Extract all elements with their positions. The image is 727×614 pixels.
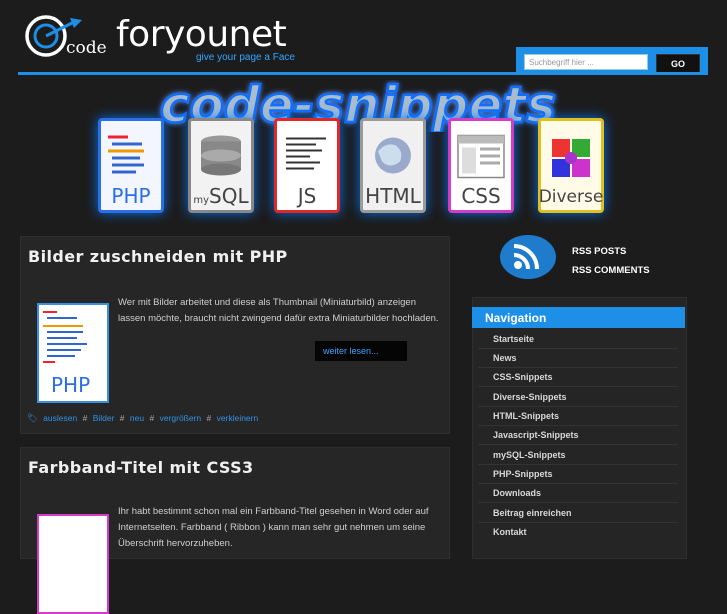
php-snippet-icon	[108, 135, 144, 174]
nav-divider	[478, 386, 678, 387]
nav-divider	[478, 464, 678, 465]
nav-item-mysql-snippets[interactable]: mySQL-Snippets	[493, 450, 566, 460]
tag-link[interactable]: Bilder	[93, 413, 115, 423]
navigation-title: Navigation	[472, 307, 685, 328]
logo-text: foryounet	[116, 14, 287, 55]
nav-divider	[478, 522, 678, 523]
post-title[interactable]: Farbband-Titel mit CSS3	[28, 458, 254, 477]
css-tile-label: CSS	[461, 184, 501, 208]
diverse-tile[interactable]: Diverse	[538, 118, 604, 213]
nav-divider	[478, 444, 678, 445]
globe-icon	[375, 137, 411, 174]
post-excerpt: Wer mit Bilder arbeitet und diese als Th…	[118, 297, 439, 324]
puzzle-icon	[552, 139, 590, 177]
post-thumbnail[interactable]	[37, 514, 109, 614]
post-thumbnail-label: PHP	[51, 373, 91, 397]
js-snippet-icon	[286, 137, 326, 170]
tag-separator: #	[119, 413, 125, 423]
tag-icon: 🏷	[27, 413, 38, 423]
tag-separator: #	[82, 413, 88, 423]
post-title[interactable]: Bilder zuschneiden mit PHP	[28, 247, 288, 266]
tag-separator: #	[206, 413, 212, 423]
nav-item-downloads[interactable]: Downloads	[493, 488, 541, 498]
nav-divider	[478, 483, 678, 484]
diverse-tile-label: Diverse	[538, 187, 604, 207]
search-input[interactable]	[524, 54, 648, 70]
read-more-button[interactable]: weiter lesen...	[315, 341, 407, 361]
sql-label: SQL	[209, 184, 249, 208]
post-thumbnail[interactable]: PHP	[37, 303, 109, 403]
nav-divider	[478, 367, 678, 368]
nav-item-php-snippets[interactable]: PHP-Snippets	[493, 469, 553, 479]
tag-link[interactable]: vergrößern	[160, 413, 202, 423]
search-go-button[interactable]: GO	[656, 54, 700, 73]
php-tile[interactable]: PHP	[98, 118, 164, 213]
mysql-tile[interactable]: mySQL	[188, 118, 254, 213]
nav-item-news[interactable]: News	[493, 353, 517, 363]
post-tags: 🏷 auslesen # Bilder # neu # vergrößern #…	[27, 413, 261, 424]
category-tiles: PHP mySQL JS HTML CSS Diverse	[98, 118, 618, 218]
css-tile[interactable]: CSS	[448, 118, 514, 213]
site-logo[interactable]: code foryounet give your page a Face	[24, 8, 304, 68]
tag-link[interactable]: auslesen	[43, 413, 77, 423]
database-icon	[201, 135, 241, 176]
tag-link[interactable]: verkleinern	[217, 413, 259, 423]
php-tile-label: PHP	[111, 184, 151, 208]
logo-code-text: code	[66, 38, 107, 58]
mysql-tile-label: mySQL	[193, 186, 248, 206]
nav-item-html-snippets[interactable]: HTML-Snippets	[493, 411, 559, 421]
mysql-prefix: my	[193, 195, 210, 206]
header-divider	[18, 72, 708, 75]
nav-divider	[478, 502, 678, 503]
rss-comments-link[interactable]: RSS COMMENTS	[572, 265, 650, 276]
rss-posts-link[interactable]: RSS POSTS	[572, 246, 626, 257]
js-tile-label: JS	[297, 184, 317, 208]
tag-link[interactable]: neu	[130, 413, 144, 423]
nav-item-beitrag-einreichen[interactable]: Beitrag einreichen	[493, 508, 572, 518]
rss-icon[interactable]	[500, 235, 556, 279]
js-tile[interactable]: JS	[274, 118, 340, 213]
html-tile[interactable]: HTML	[360, 118, 426, 213]
nav-item-kontakt[interactable]: Kontakt	[493, 527, 527, 537]
nav-item-javascript-snippets[interactable]: Javascript-Snippets	[493, 430, 579, 440]
html-tile-label: HTML	[365, 184, 421, 208]
tag-separator: #	[149, 413, 155, 423]
nav-item-css-snippets[interactable]: CSS-Snippets	[493, 372, 553, 382]
nav-divider	[478, 348, 678, 349]
nav-divider	[478, 425, 678, 426]
tagline: give your page a Face	[196, 52, 295, 63]
css-snippet-icon	[457, 134, 505, 179]
nav-item-startseite[interactable]: Startseite	[493, 334, 534, 344]
post-card: Bilder zuschneiden mit PHP PHP Wer mit B…	[20, 236, 450, 434]
post-card: Farbband-Titel mit CSS3 Ihr habt bestimm…	[20, 447, 450, 614]
nav-item-diverse-snippets[interactable]: Diverse-Snippets	[493, 392, 567, 402]
nav-divider	[478, 406, 678, 407]
